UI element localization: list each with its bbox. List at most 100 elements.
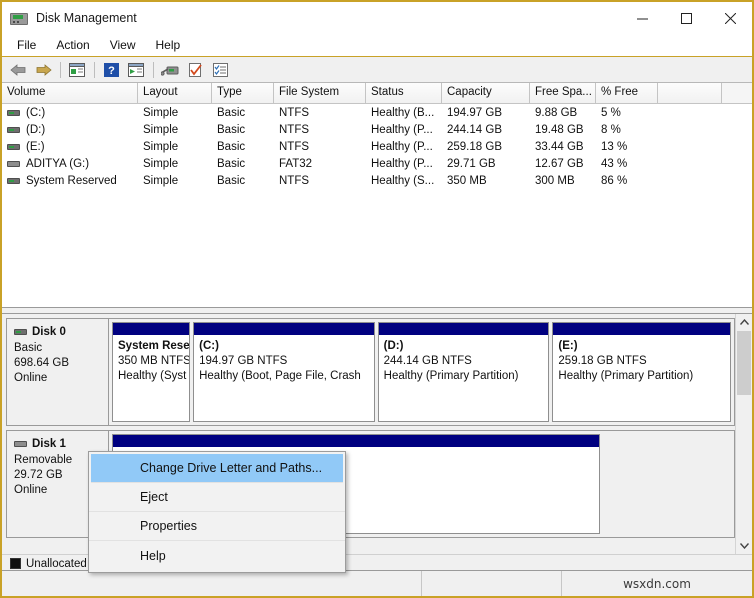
partition-text: (E:)259.18 GB NTFSHealthy (Primary Parti… bbox=[553, 335, 730, 421]
partition-color-bar bbox=[379, 323, 549, 335]
show-hide-console-tree-icon[interactable] bbox=[65, 59, 89, 81]
disk-icon bbox=[10, 10, 28, 26]
minimize-button[interactable] bbox=[620, 2, 664, 34]
legend-swatch-unallocated bbox=[10, 558, 21, 569]
context-menu-item[interactable]: Eject bbox=[89, 483, 345, 512]
svg-text:?: ? bbox=[108, 65, 115, 77]
cell-volume-label: (E:) bbox=[26, 141, 45, 153]
partition-name: (D:) bbox=[384, 339, 549, 354]
menu-file[interactable]: File bbox=[8, 36, 45, 54]
column-header-capacity[interactable]: Capacity bbox=[442, 83, 530, 103]
cell-free-space: 19.48 GB bbox=[530, 124, 596, 136]
scroll-track[interactable] bbox=[736, 331, 752, 537]
column-header-status[interactable]: Status bbox=[366, 83, 442, 103]
partition-block[interactable]: (D:)244.14 GB NTFSHealthy (Primary Parti… bbox=[378, 322, 550, 422]
table-row[interactable]: (E:)SimpleBasicNTFSHealthy (P...259.18 G… bbox=[2, 138, 752, 155]
forward-arrow-icon[interactable] bbox=[31, 59, 55, 81]
back-arrow-icon[interactable] bbox=[6, 59, 30, 81]
cell-volume: System Reserved bbox=[2, 175, 138, 187]
disk-name: Disk 0 bbox=[32, 326, 66, 338]
cell-type: Basic bbox=[212, 175, 274, 187]
partition-size-fs: 194.97 GB NTFS bbox=[199, 354, 374, 369]
context-menu-item[interactable]: Properties bbox=[89, 512, 345, 541]
table-row[interactable]: System ReservedSimpleBasicNTFSHealthy (S… bbox=[2, 172, 752, 189]
disk-management-window: Disk Management File Action View Help bbox=[0, 0, 754, 598]
rescan-disks-icon[interactable] bbox=[158, 59, 182, 81]
partition-color-bar bbox=[553, 323, 730, 335]
table-row[interactable]: (D:)SimpleBasicNTFSHealthy (P...244.14 G… bbox=[2, 121, 752, 138]
volume-list: VolumeLayoutTypeFile SystemStatusCapacit… bbox=[2, 83, 752, 307]
cell-status: Healthy (B... bbox=[366, 107, 442, 119]
partition-health: Healthy (Primary Partition) bbox=[558, 369, 730, 384]
window-title: Disk Management bbox=[36, 11, 137, 25]
close-button[interactable] bbox=[708, 2, 752, 34]
table-row[interactable]: ADITYA (G:)SimpleBasicFAT32Healthy (P...… bbox=[2, 155, 752, 172]
properties-check-icon[interactable] bbox=[183, 59, 207, 81]
cell-type: Basic bbox=[212, 124, 274, 136]
toolbar-separator bbox=[153, 62, 154, 78]
drive-icon bbox=[7, 144, 20, 150]
disk-status: Online bbox=[14, 371, 102, 386]
task-list-icon[interactable] bbox=[208, 59, 232, 81]
partition-block[interactable]: (C:)194.97 GB NTFSHealthy (Boot, Page Fi… bbox=[193, 322, 375, 422]
column-header-free[interactable]: % Free bbox=[596, 83, 658, 103]
column-header-volume[interactable]: Volume bbox=[2, 83, 138, 103]
context-menu-item[interactable]: Help bbox=[89, 541, 345, 570]
column-header-free-spa[interactable]: Free Spa... bbox=[530, 83, 596, 103]
watermark: wsxdn.com bbox=[562, 571, 752, 597]
partition-color-bar bbox=[194, 323, 374, 335]
partition-size-fs: 259.18 GB NTFS bbox=[558, 354, 730, 369]
cell-percent-free: 8 % bbox=[596, 124, 658, 136]
cell-file-system: FAT32 bbox=[274, 158, 366, 170]
show-hide-action-pane-icon[interactable] bbox=[124, 59, 148, 81]
scroll-down-arrow-icon[interactable] bbox=[736, 537, 752, 554]
partition-size-fs: 244.14 GB NTFS bbox=[384, 354, 549, 369]
scroll-up-arrow-icon[interactable] bbox=[736, 314, 752, 331]
cell-layout: Simple bbox=[138, 124, 212, 136]
drive-icon bbox=[7, 127, 20, 133]
help-icon[interactable]: ? bbox=[99, 59, 123, 81]
pane-splitter[interactable] bbox=[2, 307, 752, 314]
volume-list-body: (C:)SimpleBasicNTFSHealthy (B...194.97 G… bbox=[2, 104, 752, 189]
cell-file-system: NTFS bbox=[274, 141, 366, 153]
legend-item-unallocated: Unallocated bbox=[10, 558, 87, 570]
cell-file-system: NTFS bbox=[274, 124, 366, 136]
partition-name: System Rese bbox=[118, 339, 189, 354]
menu-help[interactable]: Help bbox=[147, 36, 190, 54]
column-header-layout[interactable]: Layout bbox=[138, 83, 212, 103]
maximize-button[interactable] bbox=[664, 2, 708, 34]
menu-view[interactable]: View bbox=[101, 36, 145, 54]
cell-volume-label: System Reserved bbox=[26, 175, 117, 187]
menu-bar: File Action View Help bbox=[2, 34, 752, 57]
disk-type: Basic bbox=[14, 341, 102, 356]
disk-info-panel[interactable]: Disk 0 Basic698.64 GBOnline bbox=[6, 318, 109, 426]
cell-free-space: 9.88 GB bbox=[530, 107, 596, 119]
partition-size-fs: 350 MB NTFS bbox=[118, 354, 189, 369]
cell-type: Basic bbox=[212, 158, 274, 170]
drive-icon bbox=[7, 178, 20, 184]
graphical-view-scrollbar[interactable] bbox=[735, 314, 752, 554]
column-header-blank[interactable] bbox=[658, 83, 722, 103]
cell-status: Healthy (P... bbox=[366, 141, 442, 153]
cell-volume: (C:) bbox=[2, 107, 138, 119]
menu-action[interactable]: Action bbox=[47, 36, 98, 54]
cell-file-system: NTFS bbox=[274, 175, 366, 187]
column-header-file-system[interactable]: File System bbox=[274, 83, 366, 103]
context-menu-item[interactable]: Change Drive Letter and Paths... bbox=[91, 454, 343, 483]
cell-volume: (D:) bbox=[2, 124, 138, 136]
column-header-type[interactable]: Type bbox=[212, 83, 274, 103]
scroll-thumb[interactable] bbox=[737, 331, 751, 395]
volume-list-header: VolumeLayoutTypeFile SystemStatusCapacit… bbox=[2, 83, 752, 104]
disk-size: 698.64 GB bbox=[14, 356, 102, 371]
cell-percent-free: 86 % bbox=[596, 175, 658, 187]
cell-capacity: 194.97 GB bbox=[442, 107, 530, 119]
partition-block[interactable]: (E:)259.18 GB NTFSHealthy (Primary Parti… bbox=[552, 322, 731, 422]
disk-row[interactable]: Disk 0 Basic698.64 GBOnline System Rese350… bbox=[6, 318, 735, 426]
partition-text: (C:)194.97 GB NTFSHealthy (Boot, Page Fi… bbox=[194, 335, 374, 421]
table-row[interactable]: (C:)SimpleBasicNTFSHealthy (B...194.97 G… bbox=[2, 104, 752, 121]
cell-capacity: 259.18 GB bbox=[442, 141, 530, 153]
cell-file-system: NTFS bbox=[274, 107, 366, 119]
partition-block[interactable]: System Rese350 MB NTFSHealthy (Syst bbox=[112, 322, 190, 422]
disk-name: Disk 1 bbox=[32, 438, 66, 450]
drive-icon bbox=[7, 110, 20, 116]
